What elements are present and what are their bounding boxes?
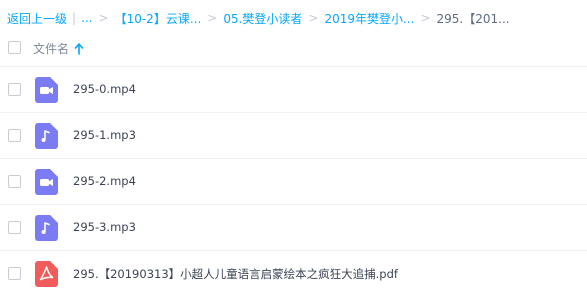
breadcrumb-item-reader[interactable]: 05.樊登小读者 xyxy=(223,10,302,27)
file-row[interactable]: 295-3.mp3 xyxy=(0,204,587,250)
file-name[interactable]: 295-2.mp4 xyxy=(73,174,136,188)
row-checkbox[interactable] xyxy=(8,175,21,188)
file-row[interactable]: 295-0.mp4 xyxy=(0,66,587,112)
file-list-header: 文件名 xyxy=(0,33,587,63)
audio-icon xyxy=(35,123,58,149)
file-name[interactable]: 295-0.mp4 xyxy=(73,82,136,96)
row-checkbox[interactable] xyxy=(8,221,21,234)
chevron-right-icon: > xyxy=(420,11,431,25)
breadcrumb-ellipsis[interactable]: ... xyxy=(81,11,92,25)
breadcrumb: 返回上一级 | ... > 【10-2】云课... > 05.樊登小读者 > 2… xyxy=(7,9,587,27)
back-link[interactable]: 返回上一级 xyxy=(7,10,67,27)
arrow-up-icon xyxy=(74,42,84,55)
audio-icon xyxy=(35,215,58,241)
filename-column-header[interactable]: 文件名 xyxy=(33,40,84,57)
row-checkbox[interactable] xyxy=(8,267,21,280)
breadcrumb-divider: | xyxy=(72,11,77,25)
file-name[interactable]: 295-3.mp3 xyxy=(73,220,136,234)
video-icon xyxy=(35,77,58,103)
breadcrumb-item-current: 295.【201... xyxy=(436,11,510,26)
file-row[interactable]: 295-1.mp3 xyxy=(0,112,587,158)
select-all-checkbox[interactable] xyxy=(8,41,21,54)
breadcrumb-item-2019[interactable]: 2019年樊登小... xyxy=(324,10,414,27)
row-checkbox[interactable] xyxy=(8,83,21,96)
file-name[interactable]: 295.【20190313】小超人儿童语言启蒙绘本之疯狂大追捕.pdf xyxy=(73,266,398,282)
file-row[interactable]: 295-2.mp4 xyxy=(0,158,587,204)
file-row[interactable]: 295.【20190313】小超人儿童语言启蒙绘本之疯狂大追捕.pdf xyxy=(0,250,587,296)
video-icon xyxy=(35,169,58,195)
pdf-icon xyxy=(35,261,58,287)
chevron-right-icon: > xyxy=(308,11,319,25)
chevron-right-icon: > xyxy=(98,11,109,25)
file-name[interactable]: 295-1.mp3 xyxy=(73,128,136,142)
breadcrumb-item-course[interactable]: 【10-2】云课... xyxy=(115,10,202,27)
chevron-right-icon: > xyxy=(207,11,218,25)
filename-column-label: 文件名 xyxy=(33,42,70,56)
row-checkbox[interactable] xyxy=(8,129,21,142)
